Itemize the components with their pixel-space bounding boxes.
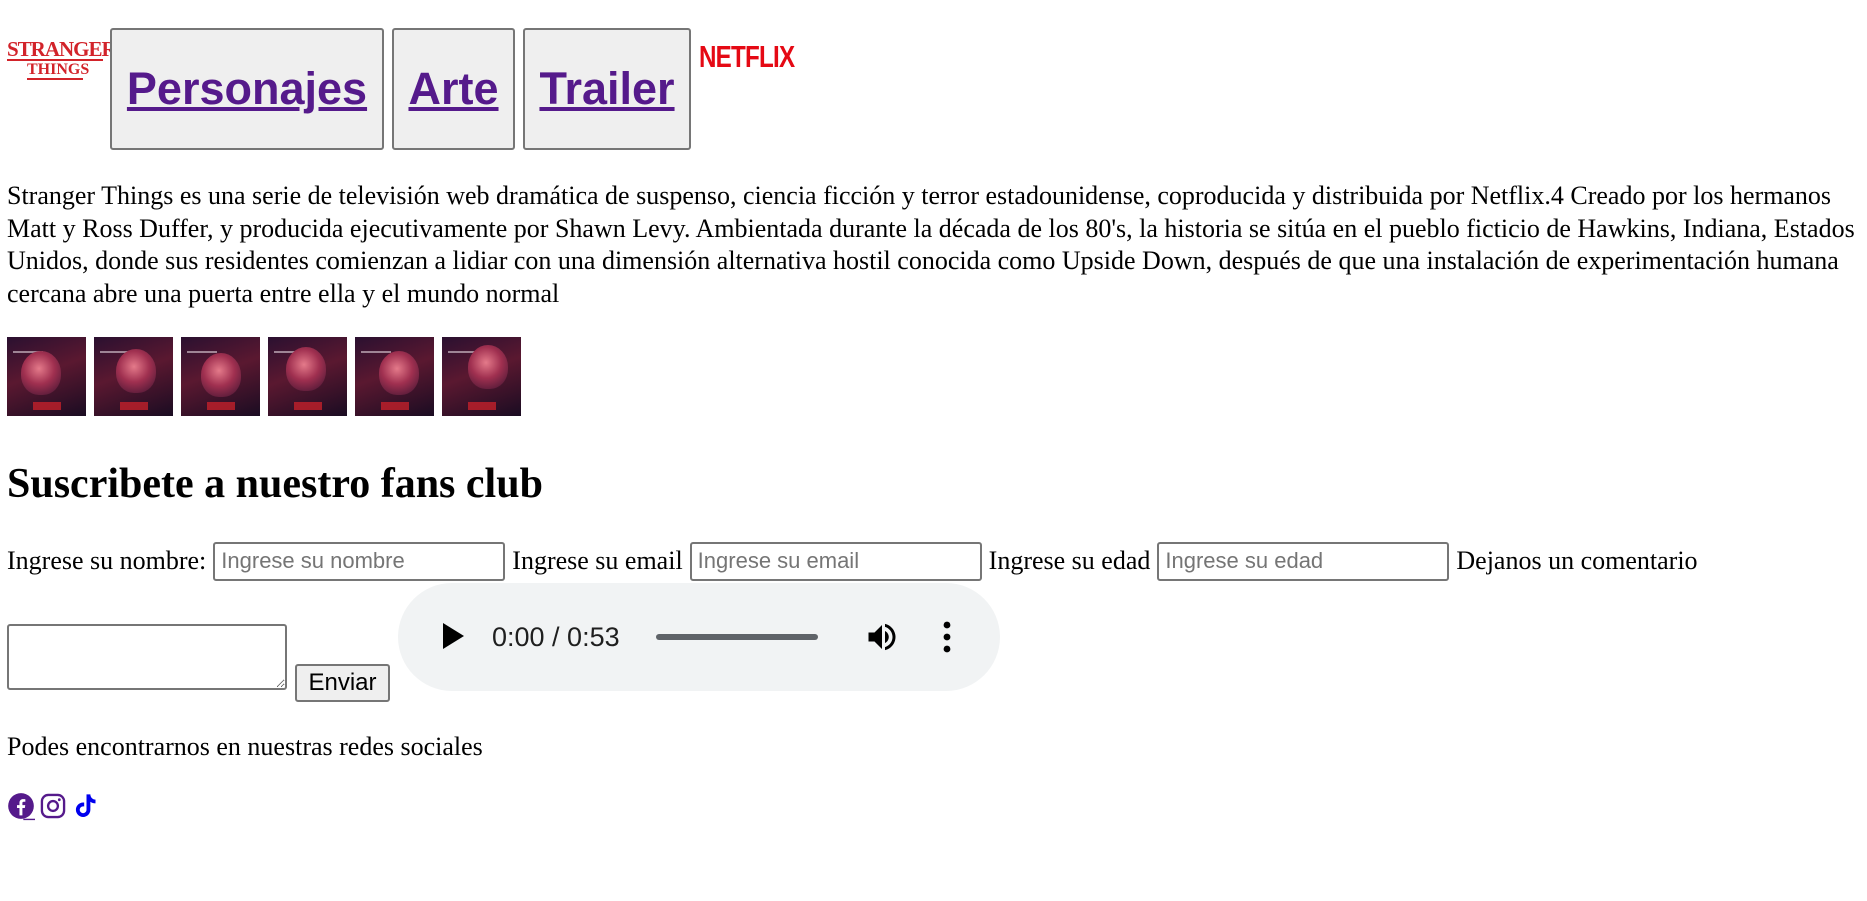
name-input[interactable] [213, 541, 506, 581]
netflix-logo: NETFLIX [699, 39, 795, 74]
stranger-things-logo: STRANGER THINGS [7, 37, 117, 80]
character-thumbnail-2[interactable] [94, 337, 173, 416]
tiktok-icon[interactable] [71, 791, 99, 821]
instagram-icon[interactable] [39, 791, 67, 821]
nav-link-arte[interactable]: Arte [408, 63, 498, 115]
social-links [7, 791, 99, 821]
name-label: Ingrese su nombre: [7, 546, 207, 575]
comment-textarea[interactable] [7, 624, 287, 690]
logo-line-2: THINGS [27, 61, 90, 80]
audio-progress-bar[interactable] [656, 634, 818, 640]
audio-player: 0:00 / 0:53 [398, 583, 1000, 691]
character-thumbnail-5[interactable] [355, 337, 434, 416]
email-input[interactable] [689, 541, 982, 581]
facebook-icon[interactable] [7, 791, 35, 821]
character-thumbnail-6[interactable] [442, 337, 521, 416]
page: STRANGER THINGS Personajes Arte Trailer … [0, 0, 1867, 901]
age-label: Ingrese su edad [988, 546, 1151, 575]
age-input[interactable] [1157, 541, 1450, 581]
subscribe-title: Suscribete a nuestro fans club [7, 461, 543, 507]
more-options-icon[interactable] [941, 619, 953, 655]
character-gallery [7, 337, 521, 416]
nav-button-trailer[interactable]: Trailer [523, 28, 691, 150]
character-thumbnail-4[interactable] [268, 337, 347, 416]
nav-button-personajes[interactable]: Personajes [110, 28, 384, 150]
nav-button-arte[interactable]: Arte [392, 28, 515, 150]
intro-paragraph: Stranger Things es una serie de televisi… [7, 181, 1855, 308]
play-icon[interactable] [443, 623, 464, 649]
logo-line-1: STRANGER [7, 37, 117, 61]
volume-icon[interactable] [864, 619, 900, 655]
character-thumbnail-3[interactable] [181, 337, 260, 416]
email-label: Ingrese su email [512, 546, 683, 575]
social-text: Podes encontrarnos en nuestras redes soc… [7, 732, 483, 761]
nav-link-trailer[interactable]: Trailer [539, 63, 674, 115]
submit-button[interactable]: Enviar [295, 664, 390, 702]
audio-time: 0:00 / 0:53 [492, 622, 620, 652]
nav-link-personajes[interactable]: Personajes [127, 63, 367, 115]
character-thumbnail-1[interactable] [7, 337, 86, 416]
comment-label: Dejanos un comentario [1456, 546, 1698, 575]
subscribe-form-row: Ingrese su nombre: Ingrese su email Ingr… [7, 541, 1698, 581]
